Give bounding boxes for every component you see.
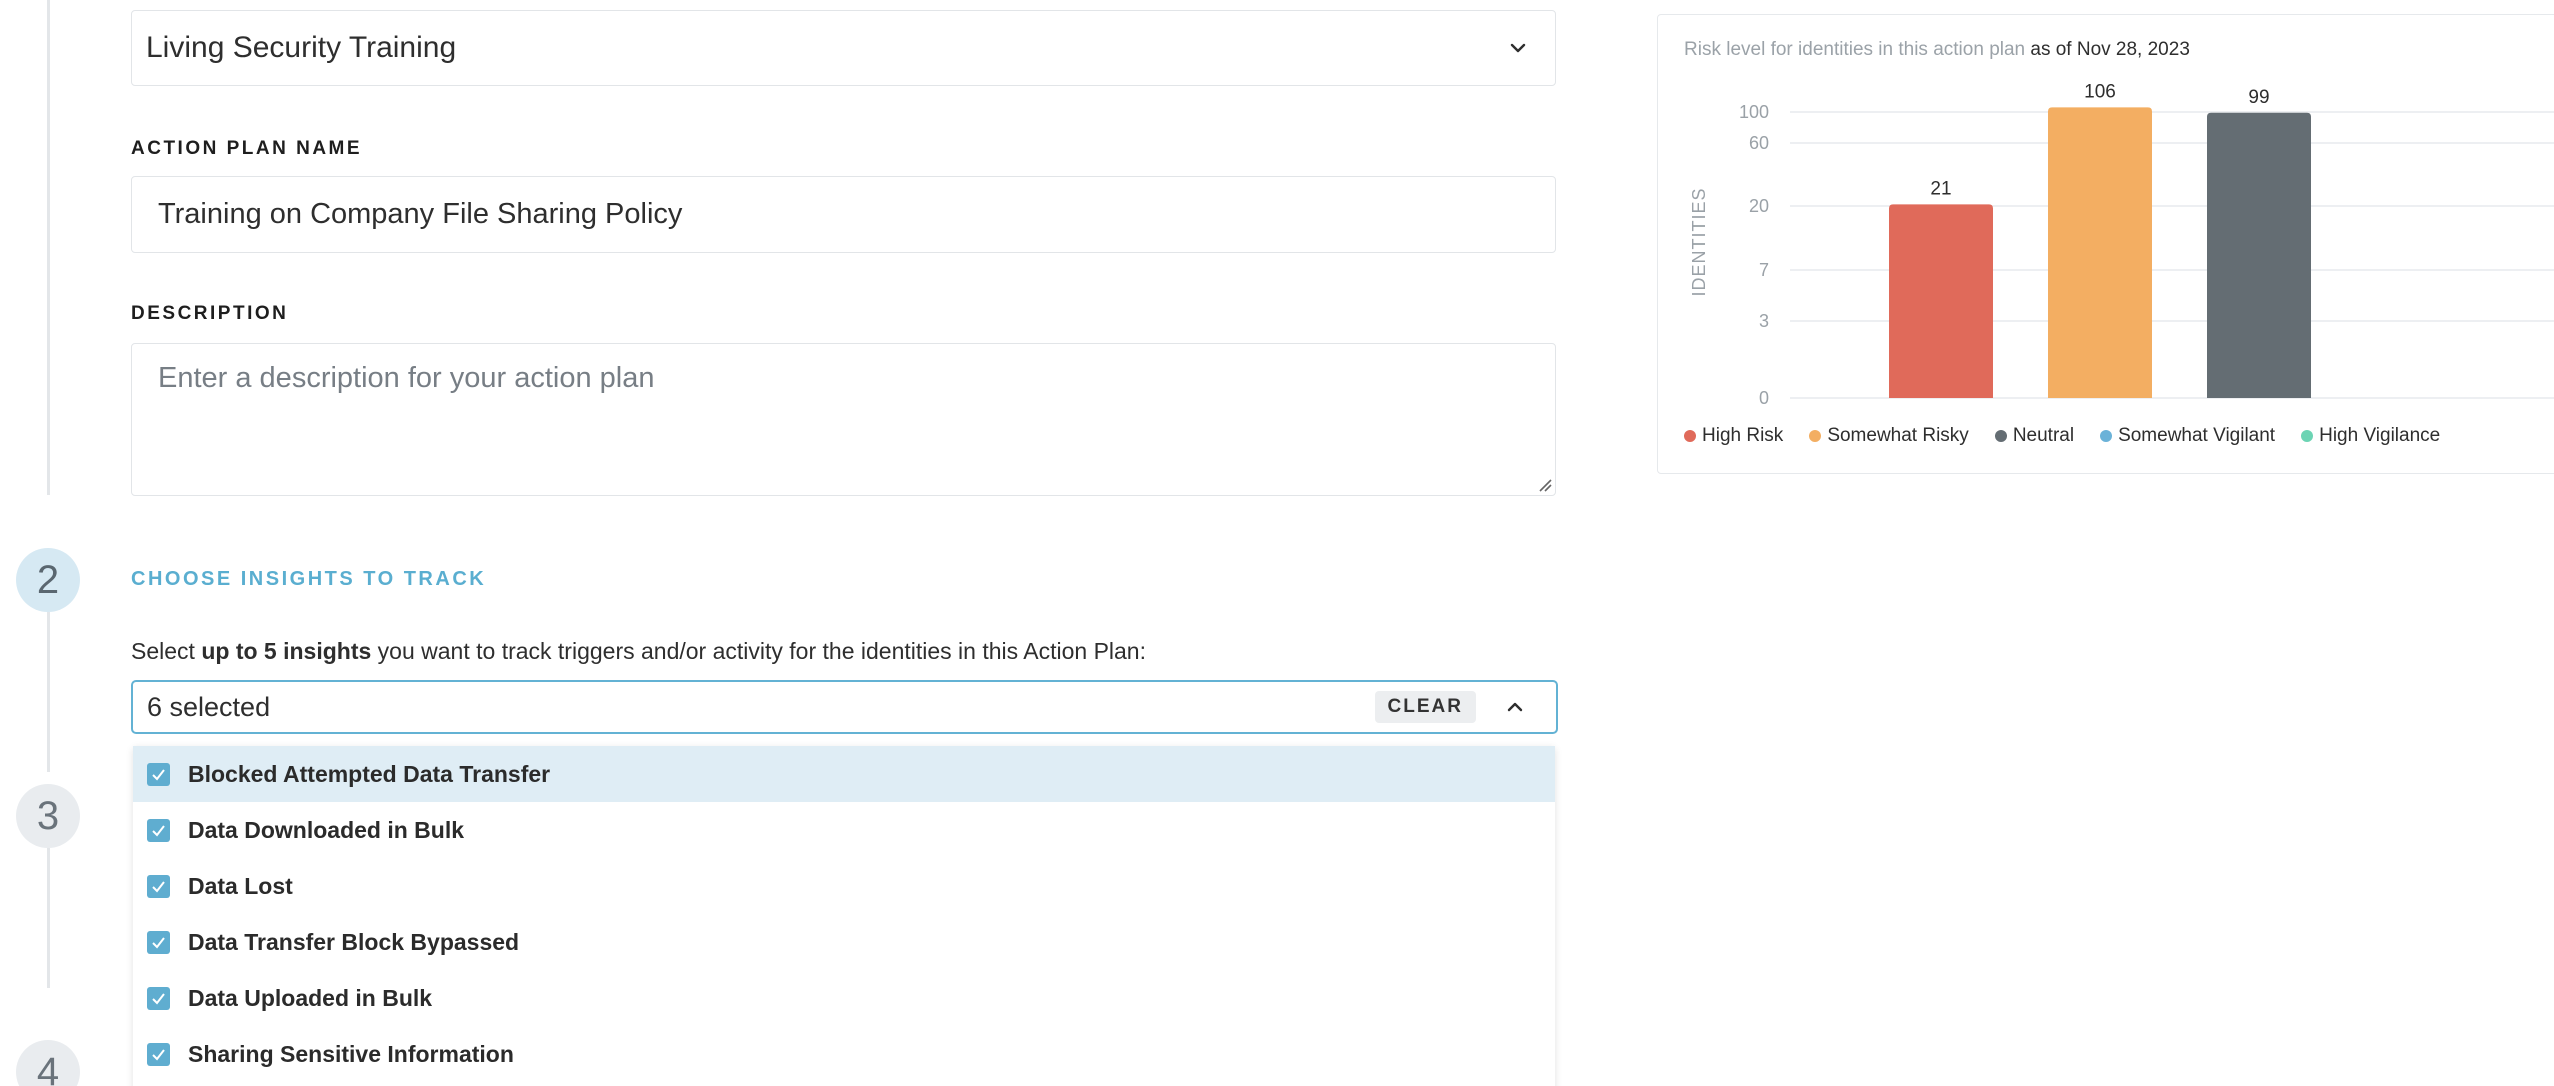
- legend-item[interactable]: Neutral: [1994, 425, 2075, 447]
- choose-insights-heading: CHOOSE INSIGHTS TO TRACK: [131, 568, 487, 590]
- checkbox-checked-icon[interactable]: [147, 986, 170, 1010]
- y-tick-label: 20: [1749, 196, 1769, 216]
- risk-level-bar-chart: 0 3 7 20 60 100 IDENTITIES 21 106 99: [1689, 81, 2554, 408]
- insights-dropdown: Blocked Attempted Data Transfer Data Dow…: [133, 746, 1555, 1086]
- insight-option-label: Data Lost: [188, 872, 293, 899]
- instruction-prefix: Select: [131, 638, 202, 664]
- training-select-value: Living Security Training: [146, 31, 457, 64]
- legend-dot-icon: [2301, 430, 2314, 442]
- legend-item[interactable]: High Vigilance: [2301, 425, 2440, 447]
- insight-option-label: Data Downloaded in Bulk: [188, 816, 465, 843]
- description-textarea[interactable]: [131, 343, 1556, 496]
- legend-dot-icon: [1684, 430, 1696, 442]
- bar-data-label: 21: [1930, 178, 1951, 199]
- training-select[interactable]: Living Security Training: [131, 10, 1556, 86]
- legend-dot-icon: [1994, 430, 2007, 442]
- timeline-line: [47, 612, 50, 772]
- action-plan-name-input[interactable]: [131, 176, 1556, 253]
- step-2-indicator: 2: [16, 548, 80, 612]
- y-tick-label: 7: [1759, 260, 1769, 280]
- y-tick-label: 3: [1759, 311, 1769, 331]
- insight-option[interactable]: Data Uploaded in Bulk: [133, 970, 1555, 1026]
- instruction-bold: up to 5 insights: [201, 638, 372, 664]
- legend-label: Somewhat Risky: [1827, 425, 1969, 446]
- clear-button[interactable]: CLEAR: [1374, 691, 1476, 723]
- chart-legend: High Risk Somewhat Risky Neutral Somewhat V…: [1684, 425, 2440, 447]
- step-number: 3: [36, 793, 60, 838]
- checkbox-checked-icon[interactable]: [147, 874, 170, 898]
- y-axis-label: IDENTITIES: [1689, 187, 1709, 296]
- insight-option[interactable]: Data Lost: [133, 858, 1555, 914]
- insights-multiselect[interactable]: 6 selected CLEAR: [131, 680, 1558, 734]
- bar-data-label: 99: [2248, 87, 2269, 108]
- insights-instructions: Select up to 5 insights you want to trac…: [131, 638, 1146, 665]
- insight-option[interactable]: Blocked Attempted Data Transfer: [133, 746, 1555, 802]
- legend-dot-icon: [1809, 430, 1822, 442]
- legend-label: High Vigilance: [2319, 425, 2441, 446]
- timeline-line: [47, 848, 50, 988]
- bar-data-label: 106: [2084, 81, 2116, 102]
- y-tick-label: 0: [1759, 388, 1769, 408]
- insight-option[interactable]: Data Downloaded in Bulk: [133, 802, 1555, 858]
- step-number: 4: [36, 1049, 60, 1086]
- insight-option-label: Data Uploaded in Bulk: [188, 984, 433, 1011]
- legend-item[interactable]: Somewhat Risky: [1809, 425, 1969, 447]
- bar-somewhat-risky[interactable]: [2048, 107, 2152, 398]
- bar-neutral[interactable]: [2207, 112, 2311, 399]
- y-tick-label: 100: [1739, 102, 1769, 122]
- y-tick-label: 60: [1749, 133, 1769, 153]
- chevron-up-icon[interactable]: [1506, 698, 1524, 716]
- legend-dot-icon: [2100, 430, 2113, 442]
- resize-grip-icon[interactable]: [1536, 476, 1552, 492]
- insight-option-label: Sharing Sensitive Information: [188, 1040, 514, 1067]
- legend-item[interactable]: Somewhat Vigilant: [2100, 425, 2275, 447]
- step-number: 2: [36, 557, 60, 602]
- step-3-indicator: 3: [16, 784, 80, 848]
- timeline-line: [47, 0, 50, 495]
- selected-count: 6 selected: [147, 691, 271, 722]
- legend-label: Neutral: [2012, 425, 2075, 446]
- checkbox-checked-icon[interactable]: [147, 762, 170, 786]
- description-label: DESCRIPTION: [131, 303, 289, 324]
- step-4-indicator: 4: [16, 1040, 80, 1086]
- instruction-suffix: you want to track triggers and/or activi…: [371, 638, 1146, 664]
- insight-option[interactable]: Sharing Sensitive Information: [133, 1026, 1555, 1082]
- bar-high-risk[interactable]: [1889, 204, 1993, 398]
- checkbox-checked-icon[interactable]: [147, 1042, 170, 1066]
- risk-level-chart-card: Risk level for identities in this action…: [1657, 14, 2554, 474]
- chevron-down-icon: [1509, 39, 1527, 57]
- action-plan-name-label: ACTION PLAN NAME: [131, 138, 363, 159]
- legend-label: Somewhat Vigilant: [2118, 425, 2276, 446]
- insight-option-label: Blocked Attempted Data Transfer: [188, 760, 551, 787]
- insight-option[interactable]: Data Transfer Block Bypassed: [133, 914, 1555, 970]
- legend-item[interactable]: High Risk: [1684, 425, 1783, 447]
- checkbox-checked-icon[interactable]: [147, 930, 170, 954]
- checkbox-checked-icon[interactable]: [147, 818, 170, 842]
- legend-label: High Risk: [1702, 425, 1784, 446]
- insight-option-label: Data Transfer Block Bypassed: [188, 928, 520, 955]
